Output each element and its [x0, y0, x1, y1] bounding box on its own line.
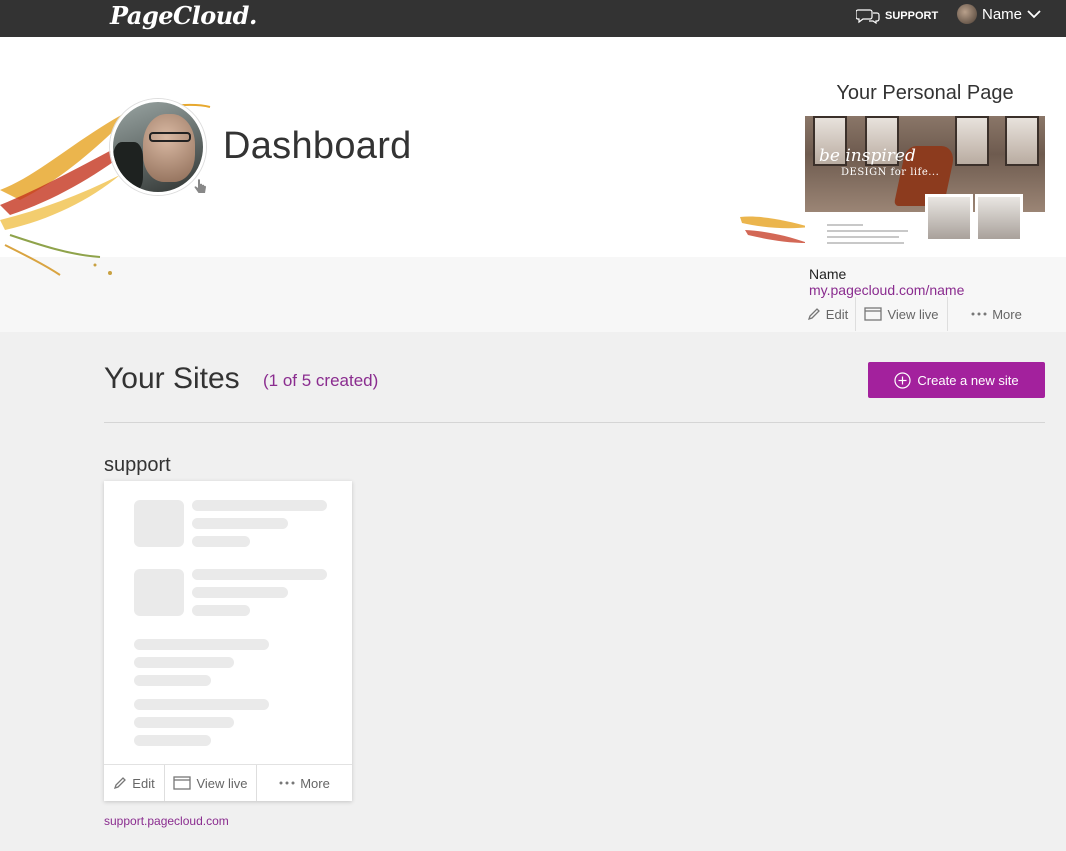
chevron-down-icon — [1027, 10, 1041, 19]
placeholder-line — [192, 569, 327, 580]
site-name: support — [104, 454, 171, 476]
sites-section-title: Your Sites — [104, 362, 240, 395]
view-live-label: View live — [887, 306, 939, 322]
user-name: Name — [982, 5, 1023, 23]
personal-page-heading: Your Personal Page — [836, 82, 1014, 104]
preview-window-shape — [955, 116, 989, 166]
chat-bubbles-icon — [856, 9, 880, 24]
personal-page-preview[interactable]: be inspired DESIGN for life... — [805, 116, 1045, 257]
browser-window-icon — [864, 307, 883, 321]
placeholder-line — [192, 518, 288, 529]
preview-tagline: be inspired — [819, 146, 916, 166]
placeholder-line — [192, 587, 288, 598]
placeholder-line — [192, 605, 250, 616]
pencil-icon — [807, 308, 820, 321]
site-view-live-button[interactable]: View live — [164, 765, 256, 801]
avatar-glasses — [149, 132, 191, 142]
personal-page-name: Name — [809, 266, 847, 282]
placeholder-line — [134, 717, 234, 728]
more-dots-icon — [279, 781, 295, 785]
browser-window-icon — [173, 776, 192, 790]
preview-tagline-sub: DESIGN for life... — [841, 167, 940, 178]
avatar-face — [143, 114, 195, 182]
edit-label: Edit — [132, 775, 155, 791]
preview-thumbnail — [925, 194, 973, 242]
placeholder-block — [134, 500, 184, 547]
site-actions: Edit View live More — [104, 764, 352, 801]
placeholder-line — [134, 735, 211, 746]
site-more-button[interactable]: More — [256, 765, 352, 801]
user-menu[interactable]: Name — [957, 4, 1041, 24]
page-title: Dashboard — [223, 125, 412, 167]
placeholder-line — [134, 699, 269, 710]
view-live-label: View live — [196, 775, 248, 791]
placeholder-line — [134, 675, 211, 686]
placeholder-line — [192, 500, 327, 511]
avatar-background-shape — [113, 142, 143, 192]
plus-circle-icon — [894, 371, 912, 389]
section-divider — [104, 422, 1045, 423]
site-url-link[interactable]: support.pagecloud.com — [104, 814, 229, 828]
placeholder-line — [192, 536, 250, 547]
more-label: More — [300, 775, 330, 791]
edit-label: Edit — [825, 306, 849, 322]
create-new-site-button[interactable]: Create a new site — [868, 362, 1045, 398]
site-edit-button[interactable]: Edit — [104, 765, 164, 801]
top-navigation-bar: PageCloud. SUPPORT Name — [0, 0, 1066, 37]
support-link[interactable]: SUPPORT — [856, 8, 938, 24]
support-label: SUPPORT — [885, 10, 939, 22]
personal-more-button[interactable]: More — [947, 297, 1045, 331]
preview-thumbnail — [975, 194, 1023, 242]
site-card[interactable]: Edit View live More — [104, 481, 352, 801]
personal-view-live-button[interactable]: View live — [855, 297, 947, 331]
personal-edit-button[interactable]: Edit — [800, 297, 855, 331]
user-avatar — [957, 4, 977, 24]
placeholder-block — [134, 569, 184, 616]
more-dots-icon — [971, 312, 987, 316]
paint-splash-small — [740, 216, 810, 243]
sites-count: (1 of 5 created) — [263, 371, 379, 390]
pencil-icon — [114, 777, 127, 790]
pagecloud-logo[interactable]: PageCloud. — [110, 1, 257, 30]
personal-page-url[interactable]: my.pagecloud.com/name — [809, 282, 964, 298]
hand-pointer-icon[interactable] — [192, 179, 208, 195]
create-new-site-label: Create a new site — [917, 372, 1019, 388]
more-label: More — [992, 306, 1022, 322]
preview-text-lines — [827, 224, 917, 248]
preview-window-shape — [1005, 116, 1039, 166]
placeholder-line — [134, 639, 269, 650]
personal-page-actions: Edit View live More — [800, 297, 1045, 331]
placeholder-line — [134, 657, 234, 668]
